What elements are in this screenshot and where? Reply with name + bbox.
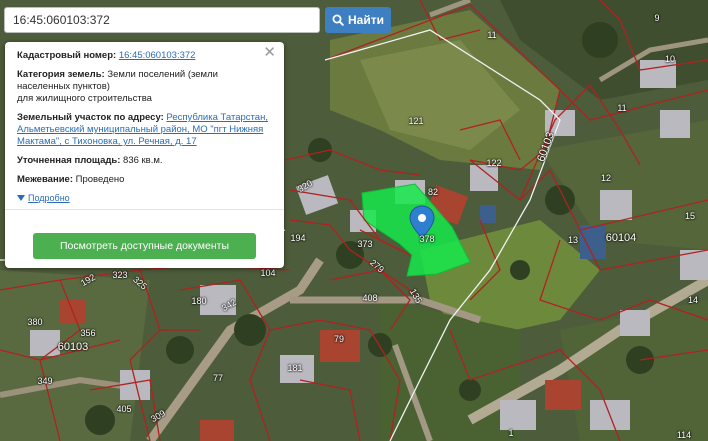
parcel-label: 1 [508,428,514,438]
parcel-label: 408 [362,293,378,303]
area-label: Уточненная площадь: [17,155,121,166]
parcel-label: 122 [486,158,502,168]
block-label: 60103 [57,341,89,353]
survey-label: Межевание: [17,174,73,185]
cadastral-row: Кадастровый номер: 16:45:060103:372 [17,50,273,62]
survey-value: Проведено [75,174,125,185]
parcel-label: 79 [333,334,345,344]
close-icon[interactable]: ✕ [263,45,276,60]
parcel-label: 11 [617,103,627,113]
search-button[interactable]: Найти [325,7,391,33]
parcel-label: 405 [116,404,132,414]
details-toggle[interactable]: Подробно [17,192,273,204]
parcel-label: 121 [408,116,424,126]
parcel-label: 11 [487,30,497,40]
parcel-label: 82 [427,187,439,197]
parcel-label: 77 [212,373,224,383]
category-row: Категория земель: Земли поселений (земли… [17,69,273,105]
search-button-label: Найти [348,13,384,27]
parcel-label: 349 [37,376,53,386]
parcel-label: 373 [357,239,373,249]
parcel-label: 380 [27,317,43,327]
address-label: Земельный участок по адресу: [17,112,164,123]
area-row: Уточненная площадь: 836 кв.м. [17,155,273,167]
block-label: 60104 [605,232,637,244]
details-label: Подробно [28,193,70,203]
search-input[interactable] [4,7,320,33]
address-row: Земельный участок по адресу: Республика … [17,112,273,148]
caret-down-icon [17,195,25,201]
category-use: для жилищного строительства [17,93,152,104]
parcel-label: 10 [664,54,676,64]
parcel-label: 14 [687,295,699,305]
parcel-label: 181 [287,363,303,373]
cadastral-number-link[interactable]: 16:45:060103:372 [119,50,196,61]
parcel-label: 13 [567,235,579,245]
parcel-label: 12 [600,173,612,183]
search-icon [332,14,344,26]
parcel-label: 15 [684,211,696,221]
parcel-label: 180 [191,296,207,306]
parcel-label: 323 [112,270,128,280]
satellite-map[interactable]: 9 11 10 11 121 122 82 12 13 14 15 60104 … [0,0,708,441]
survey-row: Межевание: Проведено [17,174,273,186]
category-label: Категория земель: [17,69,105,80]
cadastral-label: Кадастровый номер: [17,50,117,61]
parcel-label: 114 [676,430,692,440]
parcel-label: 104 [260,268,276,278]
parcel-label: 378 [419,234,435,244]
parcel-label: 9 [654,13,660,23]
parcel-label: 194 [290,233,306,243]
area-value: 836 кв.м. [123,155,163,166]
card-divider [5,209,284,210]
parcel-info-card: ✕ Кадастровый номер: 16:45:060103:372 Ка… [5,42,284,268]
parcel-label: 356 [80,328,96,338]
view-documents-button[interactable]: Посмотреть доступные документы [33,233,256,259]
